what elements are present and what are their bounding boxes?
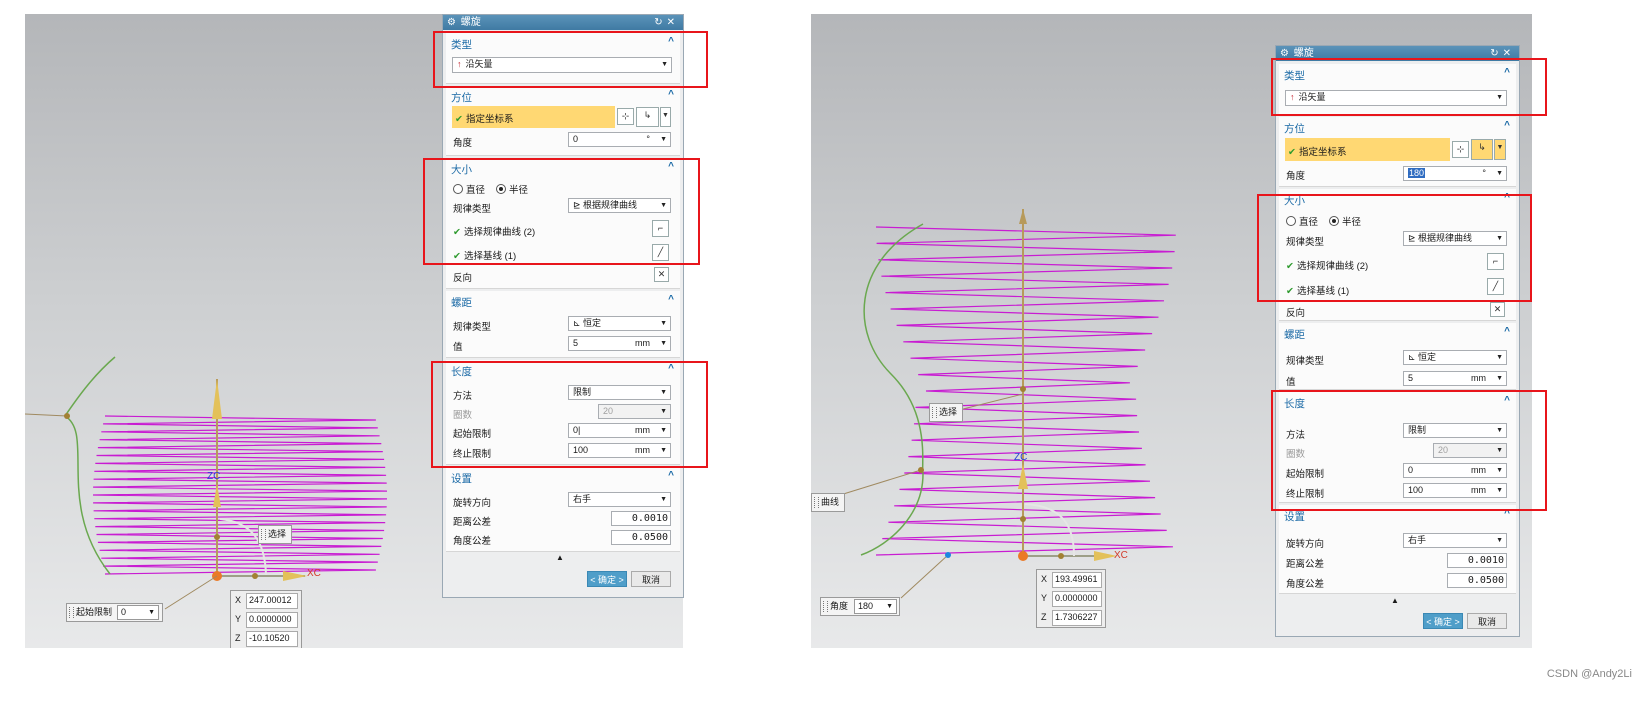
dialog-titlebar[interactable]: ⚙ 螺旋 ↻✕ <box>443 15 683 30</box>
ok-button[interactable]: < 确定 > <box>587 571 627 587</box>
settings-section: 设置 ^ 旋转方向 右手 ▼ 距离公差 0.0010 角度公差 0.0500 <box>446 467 680 552</box>
helix-turns <box>875 226 1176 556</box>
csys-menu-chevron[interactable]: ▼ <box>660 107 671 127</box>
csys-axes-icon[interactable]: ↳ <box>636 107 659 127</box>
pitch-law-type-label: 规律类型 <box>1286 356 1325 367</box>
select-tag[interactable]: 选择 <box>258 525 293 544</box>
reverse-icon[interactable]: ✕ <box>654 267 669 282</box>
dist-tol-input[interactable]: 0.0010 <box>1447 553 1507 568</box>
settings-header[interactable]: 设置 <box>1284 509 1305 524</box>
angle-tag-input[interactable]: 180 ▼ <box>854 599 897 614</box>
start-limit-tag[interactable]: 起始限制 0 ▼ <box>66 603 163 622</box>
cancel-button[interactable]: 取消 <box>631 571 671 587</box>
pitch-value-input[interactable]: 5 mm ▼ <box>1403 371 1507 386</box>
helix-curve <box>92 415 388 575</box>
settings-section: 设置 ^ 旋转方向 右手 ▼ 距离公差 0.0010 角度公差 0.0500 <box>1279 505 1516 594</box>
rotation-label: 旋转方向 <box>1286 539 1325 550</box>
reset-icon[interactable]: ↻ <box>654 17 666 28</box>
angle-tol-input[interactable]: 0.0500 <box>611 530 671 545</box>
reverse-icon[interactable]: ✕ <box>1490 302 1505 317</box>
dialog-title: 螺旋 <box>460 17 481 28</box>
pitch-value-input[interactable]: 5 mm ▼ <box>568 336 671 351</box>
law-curve-upper <box>64 356 116 417</box>
orientation-section: 方位 ^ ✔ 指定坐标系 ⊹ ↳ ▼ 角度 0 ° ▼ <box>446 86 680 156</box>
angle-tol-input[interactable]: 0.0500 <box>1447 573 1507 588</box>
helix-turns <box>92 415 388 575</box>
csys-dialog-icon[interactable]: ⊹ <box>1452 141 1469 158</box>
y-coordinate[interactable]: 0.0000000 <box>246 612 298 628</box>
angle-tol-label: 角度公差 <box>453 536 492 547</box>
angle-label: 角度 <box>1286 171 1306 182</box>
pitch-law-type-dropdown[interactable]: ⊾ 恒定 ▼ <box>1403 350 1507 365</box>
pitch-law-type-dropdown[interactable]: ⊾ 恒定 ▼ <box>568 316 671 331</box>
rotation-label: 旋转方向 <box>453 498 492 509</box>
cancel-button[interactable]: 取消 <box>1467 613 1507 629</box>
dist-tol-label: 距离公差 <box>1286 559 1325 570</box>
pitch-header[interactable]: 螺距 <box>1284 327 1305 342</box>
angle-tol-label: 角度公差 <box>1286 579 1325 590</box>
csys-dialog-icon[interactable]: ⊹ <box>617 108 634 125</box>
gear-icon: ⚙ <box>447 17 456 28</box>
coordinate-readout: X 247.00012 Y 0.0000000 Z -10.10520 <box>230 590 302 648</box>
chevron-up-icon[interactable]: ^ <box>668 294 674 305</box>
reverse-label: 反向 <box>453 273 473 284</box>
coordinate-readout: X 193.49961 Y 0.0000000 Z 1.7306227 <box>1036 569 1106 628</box>
dist-tol-input[interactable]: 0.0010 <box>611 511 671 526</box>
zc-axis-label: ZC <box>207 471 221 482</box>
collapse-more-toggle[interactable]: ▲ <box>1391 596 1399 605</box>
specify-csys-row[interactable]: ✔ 指定坐标系 <box>452 106 615 128</box>
select-tag[interactable]: 选择 <box>929 403 964 422</box>
angle-input[interactable]: 0 ° ▼ <box>568 132 671 147</box>
pitch-header[interactable]: 螺距 <box>451 295 472 310</box>
chevron-up-icon[interactable]: ^ <box>668 89 674 100</box>
highlight-size-box <box>1257 194 1532 302</box>
pitch-law-type-label: 规律类型 <box>453 322 492 333</box>
csys-menu-chevron[interactable]: ▼ <box>1494 139 1506 160</box>
orientation-header[interactable]: 方位 <box>1284 121 1305 136</box>
chevron-up-icon[interactable]: ^ <box>668 470 674 481</box>
highlight-type-box <box>433 31 708 88</box>
specify-csys-row[interactable]: ✔ 指定坐标系 <box>1285 138 1450 161</box>
pitch-value-label: 值 <box>1286 377 1296 388</box>
ok-button[interactable]: < 确定 > <box>1423 613 1463 629</box>
angle-input[interactable]: 180 ° ▼ <box>1403 166 1507 181</box>
pitch-section: 螺距 ^ 规律类型 ⊾ 恒定 ▼ 值 5 mm ▼ <box>446 291 680 358</box>
x-coordinate[interactable]: 193.49961 <box>1052 572 1102 588</box>
check-icon: ✔ <box>1288 147 1296 158</box>
settings-header[interactable]: 设置 <box>451 471 472 486</box>
orientation-header[interactable]: 方位 <box>451 90 472 105</box>
reverse-label: 反向 <box>1286 308 1306 319</box>
rotation-dropdown[interactable]: 右手 ▼ <box>568 492 671 507</box>
dist-tol-label: 距离公差 <box>453 517 492 528</box>
helix-curve <box>875 226 1176 556</box>
orientation-section: 方位 ^ ✔ 指定坐标系 ⊹ ↳ ▼ 角度 180 ° ▼ <box>1279 117 1516 187</box>
helix-dialog-left: ⚙ 螺旋 ↻✕ 类型 ^ ↑ 沿矢量 ▼ 方位 ^ ✔ 指定坐标系 ⊹ ↳ ▼ 角度 … <box>442 14 684 598</box>
highlight-length-box <box>431 361 708 468</box>
collapse-more-toggle[interactable]: ▲ <box>556 553 564 562</box>
z-coordinate[interactable]: 1.7306227 <box>1052 610 1102 626</box>
highlight-size-box <box>423 158 700 265</box>
pitch-value-label: 值 <box>453 342 463 353</box>
angle-label: 角度 <box>453 138 473 149</box>
helix-dialog-right: ⚙ 螺旋 ↻✕ 类型 ^ ↑ 沿矢量 ▼ 方位 ^ ✔ 指定坐标系 ⊹ ↳ ▼ 角度 … <box>1275 45 1520 637</box>
curve-tag[interactable]: 曲线 <box>811 493 846 512</box>
watermark: CSDN @Andy2Li <box>1546 668 1632 680</box>
highlight-type-box <box>1271 58 1547 116</box>
xc-axis-label: XC <box>307 568 321 579</box>
check-icon: ✔ <box>455 114 463 125</box>
start-limit-tag-input[interactable]: 0 ▼ <box>117 605 159 620</box>
chevron-up-icon[interactable]: ^ <box>1504 120 1510 131</box>
close-icon[interactable]: ✕ <box>667 17 679 28</box>
zc-axis-label: ZC <box>1014 452 1028 463</box>
x-coordinate[interactable]: 247.00012 <box>246 593 298 609</box>
angle-tag[interactable]: 角度 180 ▼ <box>820 597 900 616</box>
csys-axes-icon[interactable]: ↳ <box>1471 139 1493 160</box>
pitch-section: 螺距 ^ 规律类型 ⊾ 恒定 ▼ 值 5 mm ▼ <box>1279 323 1516 390</box>
chevron-up-icon[interactable]: ^ <box>1504 326 1510 337</box>
xc-axis-label: XC <box>1114 550 1128 561</box>
y-coordinate[interactable]: 0.0000000 <box>1052 591 1102 607</box>
rotation-dropdown[interactable]: 右手 ▼ <box>1403 533 1507 548</box>
highlight-length-box <box>1271 390 1547 511</box>
z-coordinate[interactable]: -10.10520 <box>246 631 298 647</box>
